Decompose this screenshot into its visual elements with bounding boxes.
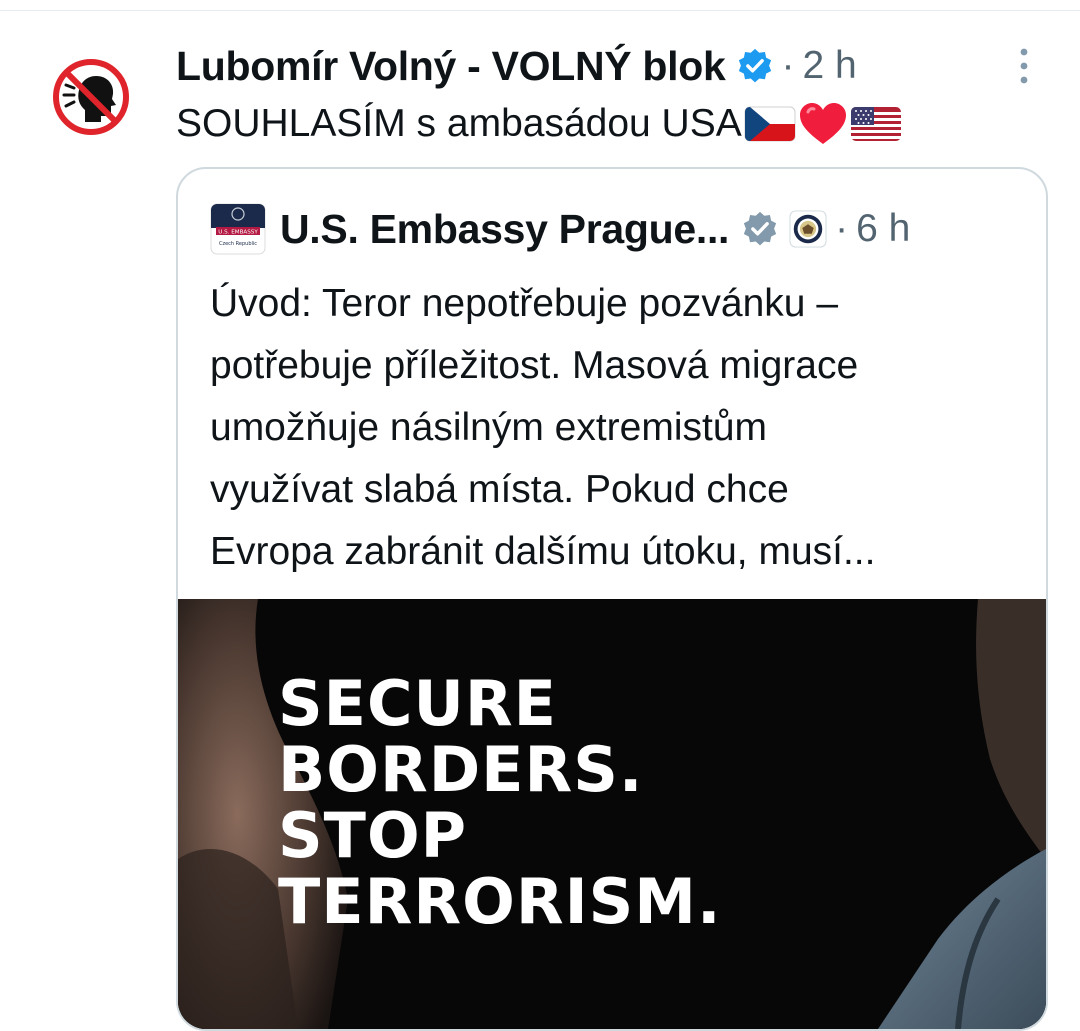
top-divider <box>0 10 1080 11</box>
more-options-icon[interactable] <box>1012 44 1036 88</box>
us-flag-icon <box>850 107 901 141</box>
quoted-post-timestamp[interactable]: 6 h <box>856 207 910 251</box>
image-headline: SECURE BORDERS. STOP TERRORISM. <box>278 671 722 935</box>
separator-dot: · <box>781 44 795 87</box>
quoted-post-text: Úvod: Teror nepotřebuje pozvánku – potře… <box>210 273 1020 583</box>
quoted-text-line: potřebuje příležitost. Masová migrace <box>210 344 859 387</box>
post-timestamp[interactable]: 2 h <box>803 44 857 88</box>
author-name[interactable]: Lubomír Volný - VOLNÝ blok <box>176 43 726 90</box>
quoted-text-line: Úvod: Teror nepotřebuje pozvánku – <box>210 282 839 325</box>
embassy-logo-avatar[interactable]: U.S. EMBASSY Czech Republic <box>210 203 266 255</box>
red-heart-icon <box>799 103 846 144</box>
quoted-text-line: využívat slabá místa. Pokud chce <box>210 468 789 511</box>
image-headline-line: STOP <box>278 799 468 872</box>
gray-verified-badge-icon <box>744 211 777 246</box>
emoji-row <box>744 102 902 146</box>
quoted-post-card[interactable]: U.S. EMBASSY Czech Republic U.S. Embassy… <box>176 167 1048 1031</box>
czech-flag-icon <box>744 106 796 142</box>
quoted-post-header: U.S. EMBASSY Czech Republic U.S. Embassy… <box>210 199 910 259</box>
verified-badge-icon <box>738 48 771 83</box>
quoted-separator-dot: · <box>835 207 849 250</box>
quoted-post-image[interactable]: SECURE BORDERS. STOP TERRORISM. <box>178 599 1046 1029</box>
post-text-content: SOUHLASÍM s ambasádou USA <box>176 102 742 145</box>
government-seal-icon <box>789 210 827 248</box>
post-text: SOUHLASÍM s ambasádou USA <box>176 96 902 152</box>
quoted-text-line: umožňuje násilným extremistům <box>210 406 768 449</box>
image-headline-line: BORDERS. <box>278 733 644 806</box>
post-header: Lubomír Volný - VOLNÝ blok · 2 h <box>176 38 1026 94</box>
embassy-logo-title: U.S. EMBASSY <box>218 230 258 236</box>
image-headline-line: TERRORISM. <box>278 865 722 938</box>
quoted-text-line: Evropa zabránit dalšímu útoku, musí... <box>210 530 876 573</box>
image-headline-line: SECURE <box>278 667 557 740</box>
embassy-logo-subtitle: Czech Republic <box>219 241 257 247</box>
no-speaking-icon[interactable] <box>52 58 130 136</box>
quoted-author-name[interactable]: U.S. Embassy Prague... <box>280 206 729 253</box>
